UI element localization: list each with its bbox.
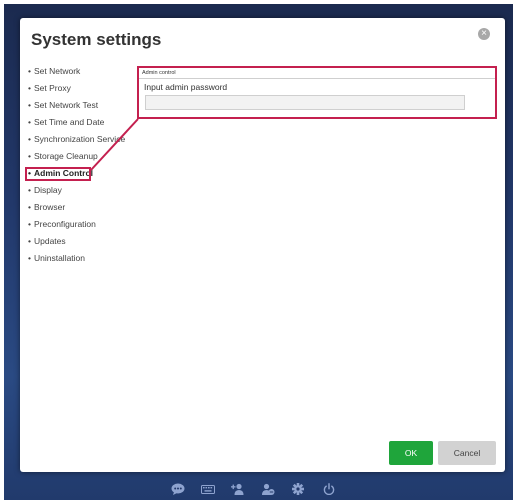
nav-item-label: Set Time and Date — [33, 117, 105, 127]
system-settings-dialog: System settings × • Set Network • Set Prox… — [20, 18, 505, 472]
nav-item-label: Updates — [33, 236, 66, 246]
admin-control-panel: Admin control Input admin password — [137, 66, 497, 119]
dialog-title: System settings — [31, 30, 162, 49]
nav-item-label: Set Network — [33, 66, 81, 76]
nav-item-set-network-test[interactable]: • Set Network Test — [28, 100, 125, 117]
close-icon[interactable]: × — [478, 28, 490, 40]
add-user-icon[interactable] — [231, 483, 245, 495]
nav-item-set-time-and-date[interactable]: • Set Time and Date — [28, 117, 125, 134]
nav-item-label: Synchronization Service — [33, 134, 126, 144]
nav-item-set-network[interactable]: • Set Network — [28, 66, 125, 83]
nav-item-label: Set Network Test — [33, 100, 99, 110]
nav-item-label: Preconfiguration — [33, 219, 96, 229]
cancel-button[interactable]: Cancel — [438, 441, 496, 465]
nav-item-set-proxy[interactable]: • Set Proxy — [28, 83, 125, 100]
password-label: Input admin password — [144, 82, 228, 92]
nav-item-label: Admin Control — [33, 168, 94, 178]
nav-item-label: Set Proxy — [33, 83, 71, 93]
nav-item-updates[interactable]: • Updates — [28, 236, 125, 253]
panel-header: Admin control — [142, 70, 176, 76]
nav-item-label: Browser — [33, 202, 66, 212]
nav-item-browser[interactable]: • Browser — [28, 202, 125, 219]
taskbar — [4, 477, 513, 500]
nav-item-label: Display — [33, 185, 62, 195]
nav-item-storage-cleanup[interactable]: • Storage Cleanup — [28, 151, 125, 168]
ok-button[interactable]: OK — [389, 441, 433, 465]
nav-item-display[interactable]: • Display — [28, 185, 125, 202]
nav-item-label: Storage Cleanup — [33, 151, 98, 161]
chat-icon[interactable] — [171, 483, 185, 495]
power-icon[interactable] — [322, 483, 336, 495]
gear-icon[interactable] — [291, 483, 305, 495]
desktop-background: System settings × • Set Network • Set Prox… — [4, 4, 513, 500]
keyboard-icon[interactable] — [201, 483, 215, 495]
nav-item-admin-control[interactable]: • Admin Control — [28, 168, 125, 185]
switch-user-icon[interactable] — [261, 483, 275, 495]
nav-item-synchronization-service[interactable]: • Synchronization Service — [28, 134, 125, 151]
nav-item-uninstallation[interactable]: • Uninstallation — [28, 253, 125, 270]
nav-item-preconfiguration[interactable]: • Preconfiguration — [28, 219, 125, 236]
panel-divider — [139, 78, 495, 79]
nav-item-label: Uninstallation — [33, 253, 86, 263]
admin-password-input[interactable] — [145, 95, 465, 110]
settings-nav: • Set Network • Set Proxy • Set Network Tes… — [28, 66, 125, 270]
